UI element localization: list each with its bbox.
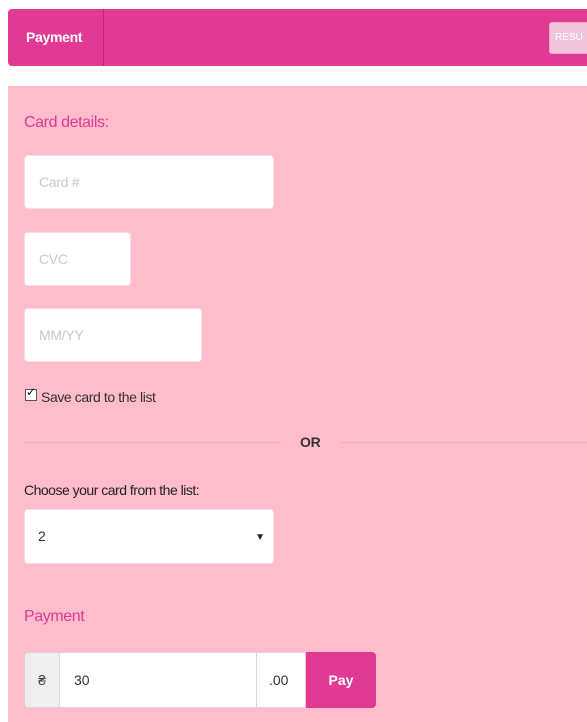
top-bar: Payment RESU [8,9,587,66]
checkmark-icon: ✓ [26,385,36,399]
pay-button[interactable]: Pay [306,652,376,708]
amount-input[interactable]: 30 [60,652,256,708]
divider-left [24,442,282,443]
save-card-label: Save card to the list [41,389,156,405]
decimals-addon: .00 [256,652,306,708]
save-card-row[interactable]: ✓ Save card to the list [25,385,156,406]
save-card-checkbox[interactable]: ✓ [25,385,37,401]
saved-cards-select[interactable]: 2 ▼ [24,509,274,564]
expiry-input[interactable]: MM/YY [24,308,202,362]
cvc-input[interactable]: CVC [24,232,131,286]
or-separator: OR [300,434,321,450]
card-details-title: Card details: [24,114,109,131]
payment-title: Payment [24,608,85,625]
selected-card-value: 2 [38,528,46,544]
saved-cards-label: Choose your card from the list: [24,482,200,498]
reset-button[interactable]: RESU [549,22,587,54]
currency-symbol: ₴ [24,652,60,708]
card-number-input[interactable]: Card # [24,155,274,209]
divider-right [341,442,587,443]
dropdown-arrow-icon: ▼ [255,532,265,543]
payment-panel: Card details: Card # CVC MM/YY ✓ Save ca… [8,86,587,722]
tab-payment[interactable]: Payment [8,9,104,66]
